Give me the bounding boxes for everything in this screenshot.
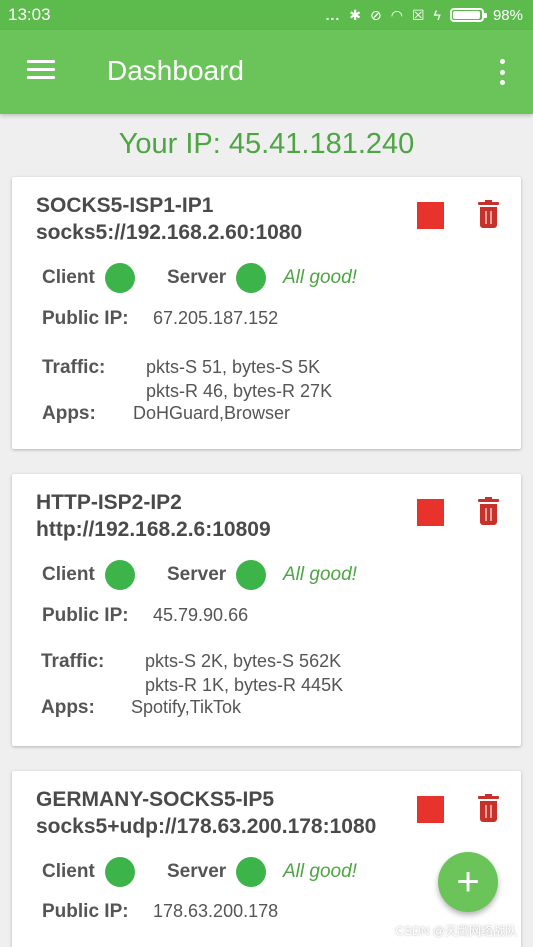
mute-icon: ⊘ <box>370 6 382 23</box>
status-text: All good! <box>283 267 357 288</box>
public-ip-label: Public IP: <box>42 605 129 626</box>
charging-icon: ϟ <box>433 7 441 23</box>
proxy-card: HTTP-ISP2-IP2 http://192.168.2.6:10809 C… <box>12 474 521 746</box>
traffic-received: pkts-R 46, bytes-R 27K <box>146 381 333 401</box>
proxy-card: GERMANY-SOCKS5-IP5 socks5+udp://178.63.2… <box>12 771 521 947</box>
status-bar: 13:03 ... ✱ ⊘ ◠ ☒ ϟ 98% <box>0 0 533 30</box>
status-icons: ... ✱ ⊘ ◠ ☒ ϟ 98% <box>326 7 523 24</box>
server-label: Server <box>167 861 227 882</box>
client-label: Client <box>42 861 95 882</box>
public-ip-label: Public IP: <box>42 901 129 922</box>
server-status-dot <box>236 263 266 293</box>
public-ip-value: 45.79.90.66 <box>153 605 249 625</box>
battery-percent: 98% <box>492 6 523 24</box>
status-text: All good! <box>283 861 357 882</box>
proxy-name: GERMANY-SOCKS5-IP5 <box>36 788 275 811</box>
status-time: 13:03 <box>8 5 51 24</box>
proxy-url: socks5+udp://178.63.200.178:1080 <box>36 815 377 838</box>
notification-dots-icon: ... <box>325 7 341 23</box>
traffic-sent: pkts-S 2K, bytes-S 562K <box>145 651 342 671</box>
stop-button[interactable] <box>417 202 444 229</box>
watermark: CSDN @天鹰网络战队 <box>395 924 517 938</box>
public-ip-value: 67.205.187.152 <box>153 308 279 328</box>
hamburger-menu-icon[interactable] <box>27 60 55 80</box>
client-status-dot <box>105 560 135 590</box>
client-status-dot <box>105 857 135 887</box>
battery-icon <box>449 8 487 22</box>
public-ip-value: 178.63.200.178 <box>153 901 279 921</box>
status-text: All good! <box>283 564 357 585</box>
stop-button[interactable] <box>417 796 444 823</box>
server-status-dot <box>236 857 266 887</box>
server-status-dot <box>236 560 266 590</box>
sim-icon: ☒ <box>411 6 425 23</box>
trash-icon[interactable] <box>478 200 499 228</box>
server-label: Server <box>167 267 227 288</box>
stop-button[interactable] <box>417 499 444 526</box>
your-ip-text: Your IP: 45.41.181.240 <box>118 128 415 160</box>
more-options-icon[interactable] <box>497 59 507 85</box>
page-title: Dashboard <box>107 55 244 86</box>
apps-label: Apps: <box>41 697 95 718</box>
client-label: Client <box>42 564 95 585</box>
add-proxy-button[interactable]: + <box>438 852 498 912</box>
proxy-url: socks5://192.168.2.60:1080 <box>36 221 303 244</box>
bluetooth-icon: ✱ <box>349 6 362 23</box>
client-status-dot <box>105 263 135 293</box>
traffic-label: Traffic: <box>41 651 105 672</box>
wifi-icon: ◠ <box>390 6 403 23</box>
trash-icon[interactable] <box>478 497 499 525</box>
proxy-card: SOCKS5-ISP1-IP1 socks5://192.168.2.60:10… <box>12 177 521 449</box>
proxy-name: HTTP-ISP2-IP2 <box>36 491 182 514</box>
server-label: Server <box>167 564 227 585</box>
proxy-name: SOCKS5-ISP1-IP1 <box>36 194 214 217</box>
traffic-label: Traffic: <box>42 357 106 378</box>
app-bar: Dashboard <box>0 30 533 114</box>
proxy-url: http://192.168.2.6:10809 <box>36 518 271 541</box>
client-label: Client <box>42 267 95 288</box>
traffic-received: pkts-R 1K, bytes-R 445K <box>145 675 344 695</box>
trash-icon[interactable] <box>478 794 499 822</box>
apps-value: DoHGuard,Browser <box>133 403 291 423</box>
traffic-sent: pkts-S 51, bytes-S 5K <box>146 357 321 377</box>
apps-label: Apps: <box>42 403 96 424</box>
apps-value: Spotify,TikTok <box>131 697 242 717</box>
public-ip-label: Public IP: <box>42 308 129 329</box>
